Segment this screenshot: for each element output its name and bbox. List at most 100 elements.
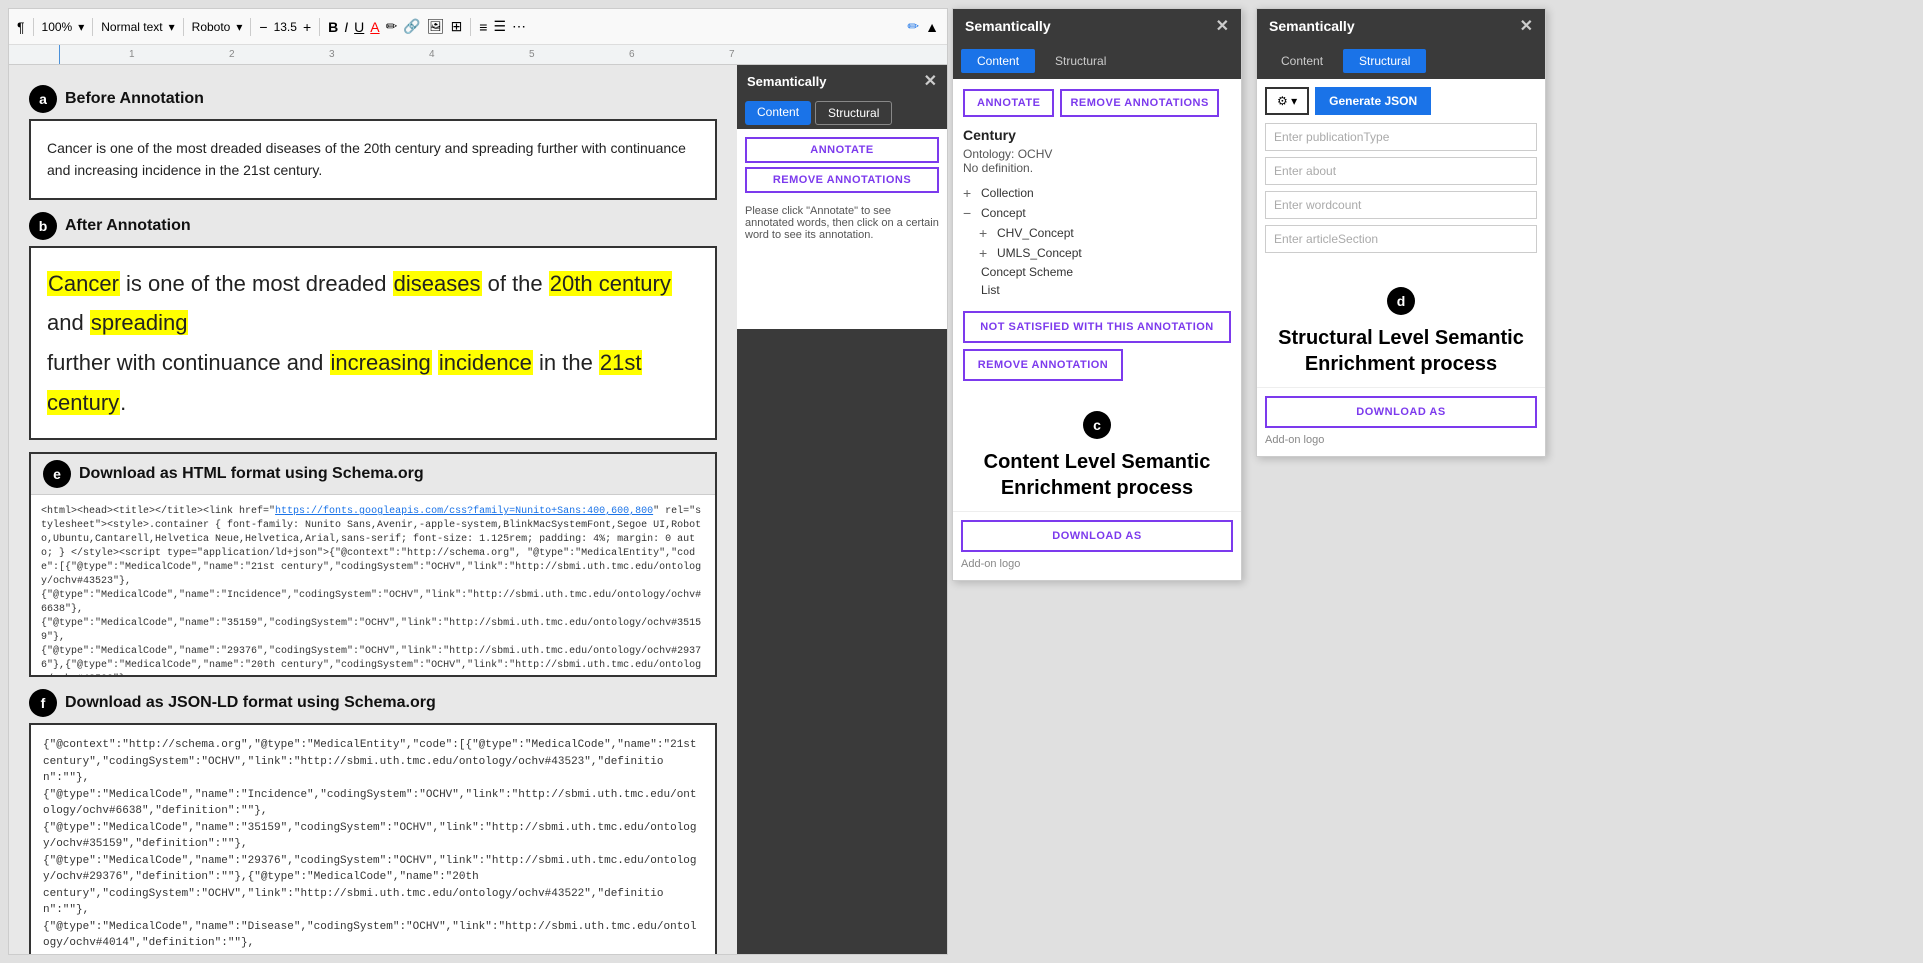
style-control[interactable]: Normal text: [101, 20, 162, 34]
toolbar-divider-1: [33, 18, 34, 36]
content-annotate-btn[interactable]: ANNOTATE: [963, 89, 1054, 117]
font-control[interactable]: Roboto: [192, 20, 231, 34]
docs-area: ¶ 100% ▾ Normal text ▾ Roboto ▾ − 13.5 +…: [8, 8, 948, 955]
highlight-btn[interactable]: ✏: [386, 18, 398, 35]
zoom-control[interactable]: 100%: [42, 20, 73, 34]
structural-panel-close[interactable]: ✕: [1520, 16, 1533, 36]
section-f-label: f Download as JSON-LD format using Schem…: [29, 689, 717, 717]
label-f: f: [29, 689, 57, 717]
inline-panel-close[interactable]: ✕: [924, 71, 937, 91]
structural-download-as-btn[interactable]: DOWNLOAD AS: [1265, 396, 1537, 428]
font-arrow: ▾: [236, 20, 242, 34]
content-semantically-panel: Semantically ✕ Content Structural ANNOTA…: [952, 8, 1242, 581]
inline-panel-title: Semantically: [747, 74, 827, 89]
inline-panel-header: Semantically ✕: [737, 65, 947, 97]
structural-panel-area: Semantically ✕ Content Structural ⚙ ▾ Ge…: [1256, 8, 1556, 955]
structural-tab-structural[interactable]: Structural: [1343, 49, 1426, 73]
content-remove-annotations-btn[interactable]: REMOVE ANNOTATIONS: [1060, 89, 1218, 117]
structural-process-title: Structural Level Semantic Enrichment pro…: [1277, 325, 1525, 377]
structural-panel-footer: DOWNLOAD AS Add-on logo: [1257, 387, 1545, 456]
inline-annotate-btn[interactable]: ANNOTATE: [745, 137, 939, 163]
increase-font-btn[interactable]: +: [303, 19, 311, 35]
tree-expand-collection[interactable]: +: [963, 185, 977, 201]
list-btn[interactable]: ☰: [493, 18, 506, 35]
ontology-tree: + Collection − Concept + CHV_Concept + U…: [963, 183, 1231, 299]
label-a: a: [29, 85, 57, 113]
gear-btn[interactable]: ⚙ ▾: [1265, 87, 1309, 115]
remove-annotation-btn[interactable]: REMOVE ANNOTATION: [963, 349, 1123, 381]
tree-expand-umls[interactable]: +: [979, 245, 993, 261]
article-section-input[interactable]: [1265, 225, 1537, 253]
content-tab-structural[interactable]: Structural: [1039, 49, 1122, 73]
section-after: b After Annotation Cancer is one of the …: [29, 212, 717, 440]
content-panel-area: Semantically ✕ Content Structural ANNOTA…: [952, 8, 1252, 955]
content-panel-close[interactable]: ✕: [1216, 16, 1229, 36]
image-btn[interactable]: 🖼: [427, 18, 445, 35]
structural-panel-title: Semantically: [1269, 18, 1355, 34]
content-addon-logo: Add-on logo: [961, 556, 1233, 572]
wordcount-input[interactable]: [1265, 191, 1537, 219]
structural-addon-logo: Add-on logo: [1265, 432, 1537, 448]
collapse-arrow-btn[interactable]: ▲: [925, 19, 939, 35]
inline-panel-body: ANNOTATE REMOVE ANNOTATIONS Please click…: [737, 129, 947, 329]
docs-pages-area: a Before Annotation Cancer is one of the…: [9, 65, 737, 954]
publication-type-input[interactable]: [1265, 123, 1537, 151]
collapse-btn[interactable]: ✏: [907, 18, 919, 35]
before-annotation-text: Cancer is one of the most dreaded diseas…: [47, 137, 699, 182]
content-panel-body: ANNOTATE REMOVE ANNOTATIONS Century Onto…: [953, 79, 1241, 391]
inline-panel-message: Please click "Annotate" to see annotated…: [745, 201, 939, 245]
ontology-label: Ontology: OCHV: [963, 147, 1231, 161]
paragraph-icon: ¶: [17, 19, 25, 35]
structural-semantically-panel: Semantically ✕ Content Structural ⚙ ▾ Ge…: [1256, 8, 1546, 457]
content-annotate-row: ANNOTATE REMOVE ANNOTATIONS: [963, 89, 1231, 117]
section-before: a Before Annotation Cancer is one of the…: [29, 85, 717, 200]
jsonld-code: {"@context":"http://schema.org","@type":…: [29, 723, 717, 954]
before-annotation-box: Cancer is one of the most dreaded diseas…: [29, 119, 717, 200]
tree-expand-chv[interactable]: +: [979, 225, 993, 241]
inline-tab-content[interactable]: Content: [745, 101, 811, 125]
content-process-section: c Content Level Semantic Enrichment proc…: [953, 391, 1241, 511]
structural-panel-body: ⚙ ▾ Generate JSON: [1257, 79, 1545, 267]
before-title: Before Annotation: [65, 90, 204, 108]
tree-item-concept-scheme: Concept Scheme: [963, 263, 1231, 281]
inline-semantically-panel: Semantically ✕ Content Structural ANNOTA…: [737, 65, 947, 954]
color-btn[interactable]: A: [370, 19, 379, 35]
download-html-box: e Download as HTML format using Schema.o…: [29, 452, 717, 677]
label-b: b: [29, 212, 57, 240]
align-btn[interactable]: ≡: [479, 19, 487, 35]
tree-item-concept: − Concept: [963, 203, 1231, 223]
toolbar-divider-5: [319, 18, 320, 36]
content-panel-footer: DOWNLOAD AS Add-on logo: [953, 511, 1241, 580]
inline-tab-structural[interactable]: Structural: [815, 101, 892, 125]
highlight-20th-century: 20th century: [549, 271, 672, 296]
content-panel-header: Semantically ✕: [953, 9, 1241, 43]
about-input[interactable]: [1265, 157, 1537, 185]
content-download-as-btn[interactable]: DOWNLOAD AS: [961, 520, 1233, 552]
table-btn[interactable]: ⊞: [451, 18, 463, 35]
font-size-display: 13.5: [274, 20, 297, 34]
content-panel-tabs: Content Structural: [953, 43, 1241, 79]
link-btn[interactable]: 🔗: [403, 18, 420, 35]
ontology-info: Century Ontology: OCHV No definition.: [963, 127, 1231, 175]
ontology-word: Century: [963, 127, 1231, 143]
highlight-increasing: increasing: [330, 350, 432, 375]
more-btn[interactable]: ⋯: [512, 18, 526, 35]
structural-tab-content[interactable]: Content: [1265, 49, 1339, 73]
toolbar-divider-2: [92, 18, 93, 36]
ontology-definition: No definition.: [963, 161, 1231, 175]
bold-btn[interactable]: B: [328, 19, 338, 35]
tree-expand-concept[interactable]: −: [963, 205, 977, 221]
label-d: d: [1387, 287, 1415, 315]
content-tab-content[interactable]: Content: [961, 49, 1035, 73]
decrease-font-btn[interactable]: −: [259, 19, 267, 35]
generate-json-btn[interactable]: Generate JSON: [1315, 87, 1431, 115]
toolbar-divider-6: [470, 18, 471, 36]
inline-remove-btn[interactable]: REMOVE ANNOTATIONS: [745, 167, 939, 193]
tree-item-collection: + Collection: [963, 183, 1231, 203]
italic-btn[interactable]: I: [344, 19, 348, 35]
not-satisfied-btn[interactable]: NOT SATISFIED WITH THIS ANNOTATION: [963, 311, 1231, 343]
underline-btn[interactable]: U: [354, 19, 364, 35]
toolbar-divider-4: [250, 18, 251, 36]
structural-panel-header: Semantically ✕: [1257, 9, 1545, 43]
structural-panel-tabs: Content Structural: [1257, 43, 1545, 79]
